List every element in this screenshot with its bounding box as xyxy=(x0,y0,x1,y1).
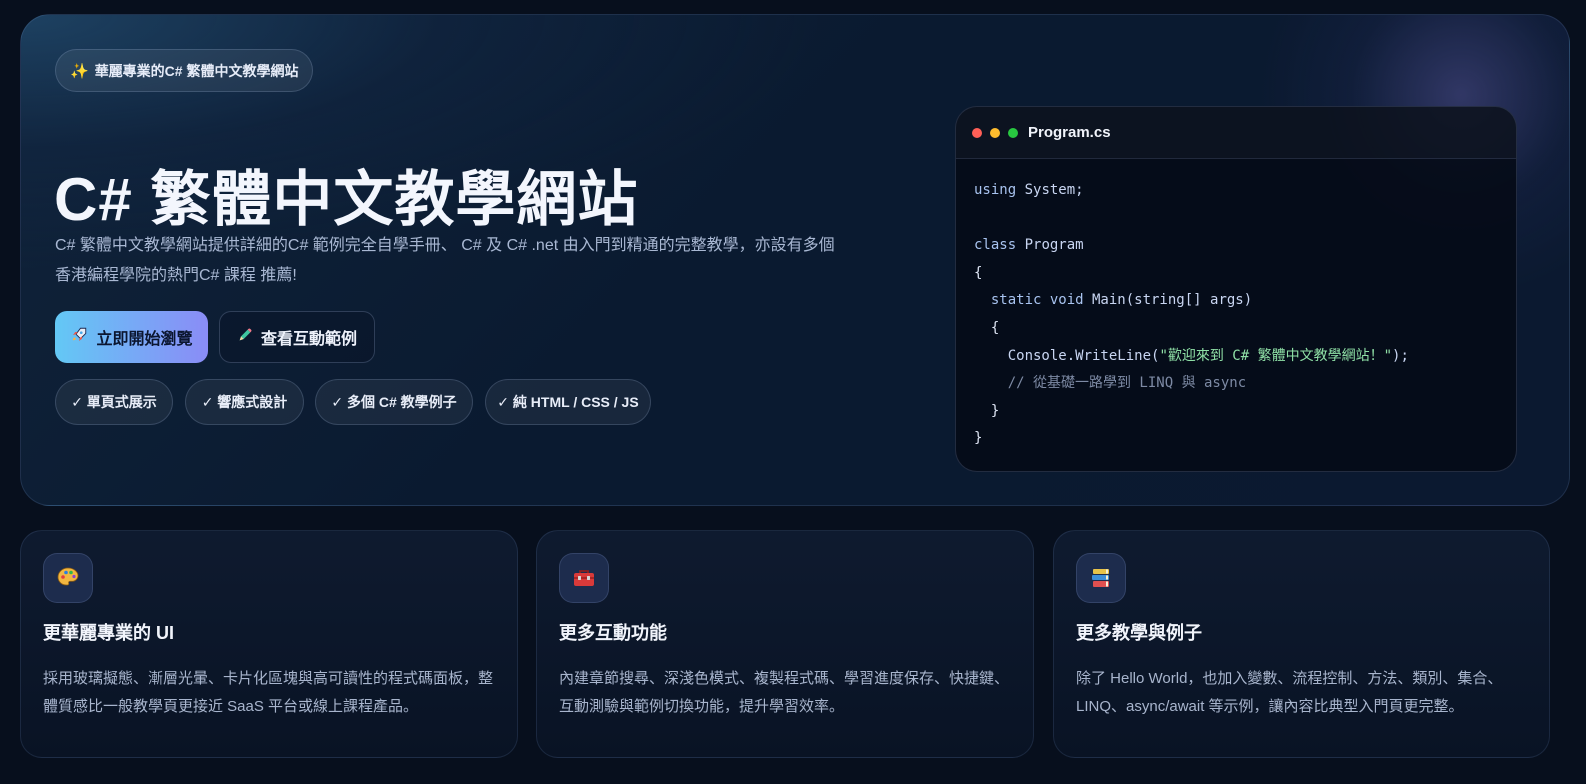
code-text: ); xyxy=(1392,347,1409,364)
start-browsing-button[interactable]: 立即開始瀏覽 xyxy=(55,311,208,363)
code-text: Main(string[] args) xyxy=(1083,292,1253,309)
maximize-dot-icon xyxy=(1008,127,1018,138)
view-examples-button[interactable]: 查看互動範例 xyxy=(219,311,375,363)
code-text: Program xyxy=(1016,237,1084,254)
feature-card-ui: 更華麗專業的 UI 採用玻璃擬態、漸層光暈、卡片化區塊與高可讀性的程式碼面板，整… xyxy=(20,530,518,758)
view-examples-label: 查看互動範例 xyxy=(260,331,357,348)
close-dot-icon xyxy=(972,127,982,138)
rocket-icon xyxy=(70,326,88,348)
feature-chip-single-page: ✓ 單頁式展示 xyxy=(55,379,173,425)
feature-card-interactive: 更多互動功能 內建章節搜尋、深淺色模式、複製程式碼、學習進度保存、快捷鍵、互動測… xyxy=(536,530,1034,758)
minimize-dot-icon xyxy=(990,127,1000,138)
palette-icon xyxy=(43,553,93,603)
code-block[interactable]: using System; class Program { static voi… xyxy=(956,159,1516,453)
feature-chip-responsive: ✓ 響應式設計 xyxy=(185,379,304,425)
code-line: class Program xyxy=(974,232,1516,260)
code-line: } xyxy=(974,430,983,447)
code-line: { xyxy=(974,264,983,281)
code-text: Console.WriteLine( xyxy=(974,347,1160,364)
page-title: C# 繁體中文教學網站 xyxy=(54,166,639,233)
card-title: 更華麗專業的 UI xyxy=(43,623,175,643)
code-keyword: static void xyxy=(974,292,1084,309)
start-browsing-label: 立即開始瀏覽 xyxy=(96,331,193,348)
feature-chip-pure-html: ✓ 純 HTML / CSS / JS xyxy=(485,379,651,425)
card-text: 除了 Hello World，也加入變數、流程控制、方法、類別、集合、LINQ、… xyxy=(1076,670,1503,715)
code-comment: // 從基礎一路學到 LINQ 與 async xyxy=(974,375,1247,392)
hero-badge: ✨ 華麗專業的C# 繁體中文教學網站 xyxy=(55,49,314,92)
code-window: Program.cs using System; class Program {… xyxy=(955,106,1517,472)
card-text: 採用玻璃擬態、漸層光暈、卡片化區塊與高可讀性的程式碼面板，整體質感比一般教學頁更… xyxy=(43,670,494,715)
code-keyword: using xyxy=(974,182,1017,198)
code-line: Console.WriteLine("歡迎來到 C# 繁體中文教學網站！"); xyxy=(974,343,1516,371)
card-title: 更多教學與例子 xyxy=(1076,623,1202,643)
code-line: } xyxy=(974,402,1000,419)
feature-chip-examples: ✓ 多個 C# 教學例子 xyxy=(315,379,473,425)
code-line: { xyxy=(974,319,1000,336)
code-text: System; xyxy=(1016,182,1084,198)
feature-card-tutorials: 更多教學與例子 除了 Hello World，也加入變數、流程控制、方法、類別、… xyxy=(1053,530,1550,758)
card-title: 更多互動功能 xyxy=(559,623,667,643)
books-icon xyxy=(1076,553,1126,603)
code-string: "歡迎來到 C# 繁體中文教學網站！" xyxy=(1159,347,1393,364)
sparkles-icon: ✨ xyxy=(70,62,89,80)
hero-badge-label: 華麗專業的C# 繁體中文教學網站 xyxy=(94,62,299,79)
card-text: 內建章節搜尋、深淺色模式、複製程式碼、學習進度保存、快捷鍵、互動測驗與範例切換功… xyxy=(559,670,1010,715)
code-filename: Program.cs xyxy=(1028,124,1111,141)
code-line: static void Main(string[] args) xyxy=(974,287,1516,315)
toolbox-icon xyxy=(559,553,609,603)
code-window-titlebar: Program.cs xyxy=(956,107,1516,159)
hero-section: ✨ 華麗專業的C# 繁體中文教學網站 C# 繁體中文教學網站 C# 繁體中文教學… xyxy=(20,14,1570,506)
code-line: using System; xyxy=(974,177,1516,205)
pencil-icon xyxy=(237,327,253,347)
hero-description: C# 繁體中文教學網站提供詳細的C# 範例完全自學手冊、 C# 及 C# .ne… xyxy=(55,237,835,284)
code-keyword: class xyxy=(974,237,1017,254)
